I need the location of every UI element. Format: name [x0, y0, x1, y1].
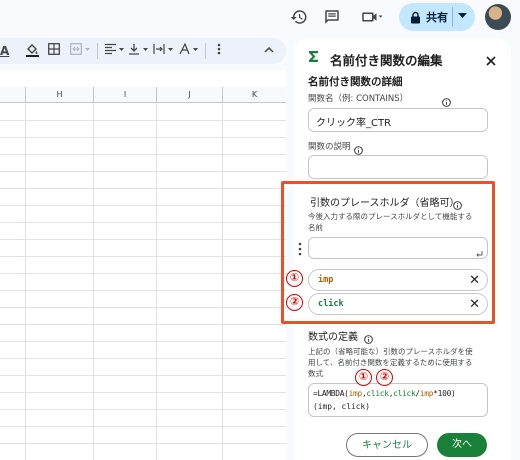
- more-options-icon[interactable]: [217, 43, 221, 59]
- formula-line2: (imp, click): [313, 402, 371, 411]
- function-description-label: 関数の説明: [308, 142, 351, 152]
- column-header-h[interactable]: H: [25, 87, 93, 103]
- share-label: 共有: [426, 11, 448, 24]
- annotation-marker-1: ①: [355, 369, 372, 386]
- row-line: [0, 171, 286, 172]
- row-line: [0, 205, 286, 206]
- row-line: [0, 375, 286, 376]
- row-line: [0, 239, 286, 240]
- share-button[interactable]: 共有: [399, 3, 475, 31]
- spreadsheet-grid[interactable]: H I J K: [0, 70, 286, 460]
- formula-editor[interactable]: =LAMBDA(imp,click,click/imp*100) (imp, c…: [308, 383, 488, 417]
- toolbar-divider: [97, 43, 98, 59]
- row-line: [0, 307, 286, 308]
- annotation-marker-1: ①: [286, 270, 303, 287]
- annotation-marker-2: ②: [286, 294, 303, 311]
- row-line: [0, 256, 286, 257]
- row-line: [0, 341, 286, 342]
- column-header-i[interactable]: I: [93, 87, 156, 103]
- formula-definition-header: 数式の定義: [308, 332, 358, 343]
- history-icon[interactable]: [288, 6, 310, 28]
- formula-arg-click: click: [393, 389, 416, 398]
- annotation-marker-2: ②: [376, 369, 393, 386]
- top-bar: 共有: [0, 0, 520, 34]
- column-header-j[interactable]: J: [156, 87, 222, 103]
- formula-tail: *100): [433, 389, 456, 398]
- share-divider: [452, 7, 453, 27]
- column-line: [156, 103, 157, 460]
- row-line: [0, 222, 286, 223]
- merge-cells-icon[interactable]: [70, 43, 92, 59]
- column-header-row: H I J K: [0, 87, 286, 103]
- column-line: [222, 103, 223, 460]
- column-line: [25, 103, 26, 460]
- fill-color-icon[interactable]: [26, 43, 39, 59]
- row-line: [0, 426, 286, 427]
- formula-help-line2: 用して、名前付き関数を定義するために使用する: [308, 358, 473, 367]
- formula-arg-imp: imp: [348, 389, 363, 398]
- row-line: [0, 409, 286, 410]
- function-name-label: 関数名（例: CONTAINS）: [308, 94, 409, 104]
- formula-arg-imp: imp: [419, 389, 434, 398]
- function-name-field[interactable]: クリック率_CTR: [308, 108, 488, 132]
- row-line: [0, 443, 286, 444]
- row-line: [0, 324, 286, 325]
- formula-help-line1: 上記の（省略可能な）引数のプレースホルダを使: [308, 347, 473, 356]
- row-line: [0, 120, 286, 121]
- lock-icon: [410, 11, 421, 24]
- row-line: [0, 188, 286, 189]
- function-description-field[interactable]: [308, 155, 488, 179]
- row-line: [0, 290, 286, 291]
- function-name-value: クリック率_CTR: [316, 118, 392, 129]
- comment-icon[interactable]: [321, 6, 343, 28]
- row-line: [0, 154, 286, 155]
- placeholder-highlight-box: [281, 181, 495, 324]
- share-dropdown-icon[interactable]: [458, 13, 467, 19]
- toolbar-divider: [205, 43, 206, 59]
- row-line: [0, 392, 286, 393]
- font-color-button[interactable]: A: [0, 43, 10, 59]
- column-line: [93, 103, 94, 460]
- row-line: [0, 358, 286, 359]
- video-call-icon[interactable]: [357, 6, 387, 28]
- vertical-align-icon[interactable]: [128, 43, 150, 59]
- column-header-k[interactable]: K: [222, 87, 286, 103]
- formula-prefix: =LAMBDA(: [313, 389, 349, 398]
- row-line: [0, 273, 286, 274]
- panel-title: 名前付き関数の編集: [330, 53, 443, 68]
- text-wrapping-icon[interactable]: [153, 43, 175, 59]
- formula-line1: =LAMBDA(imp,click,click/imp*100): [313, 389, 456, 398]
- formula-help-line3: 数式: [308, 369, 323, 378]
- avatar[interactable]: [485, 4, 511, 30]
- row-line: [0, 137, 286, 138]
- borders-icon[interactable]: [48, 43, 60, 59]
- collapse-toolbar-icon[interactable]: [264, 43, 274, 59]
- formula-arg-click: click: [366, 389, 389, 398]
- formatting-toolbar: A: [0, 38, 286, 64]
- horizontal-align-icon[interactable]: [104, 43, 126, 59]
- text-rotation-icon[interactable]: [178, 42, 200, 59]
- close-icon[interactable]: [486, 51, 496, 70]
- cancel-button[interactable]: キャンセル: [346, 433, 428, 457]
- sigma-icon: [308, 48, 319, 67]
- next-button[interactable]: 次へ: [437, 433, 487, 457]
- section-header: 名前付き関数の詳細: [308, 76, 403, 88]
